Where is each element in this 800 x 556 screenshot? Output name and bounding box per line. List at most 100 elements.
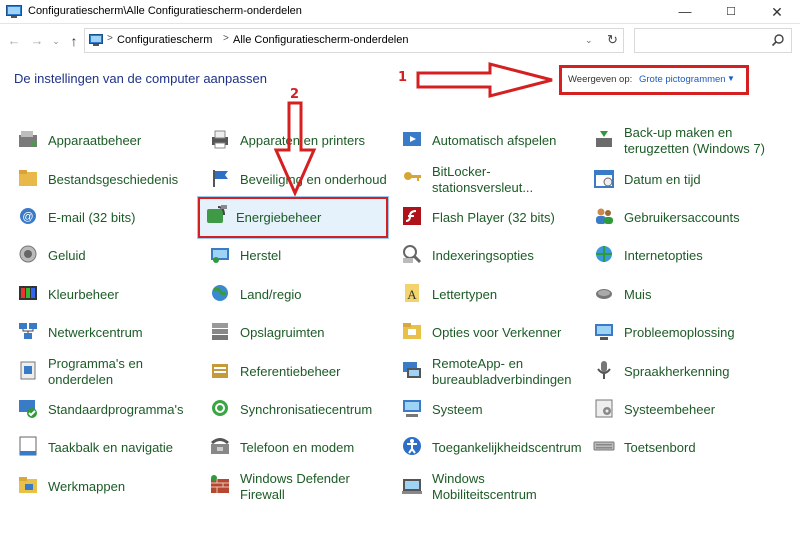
refresh-button[interactable]: ↻ — [607, 32, 618, 48]
control-panel-item[interactable]: Windows Defender Firewall — [204, 469, 394, 505]
device-manager-icon — [19, 131, 37, 147]
folder-options-icon — [403, 323, 421, 339]
control-panel-item[interactable]: Land/regio — [204, 277, 394, 313]
control-panel-item[interactable]: Toetsenbord — [588, 430, 778, 466]
item-label: Systeembeheer — [624, 402, 716, 417]
control-panel-item[interactable]: Apparaatbeheer — [12, 123, 202, 159]
control-panel-item-energiebeheer[interactable]: Energiebeheer — [197, 196, 389, 239]
item-label: Programma's en onderdelen — [48, 356, 143, 387]
chevron-down-icon[interactable]: ▼ — [727, 74, 735, 83]
work-folders-icon — [19, 477, 37, 493]
autoplay-icon — [403, 132, 421, 146]
control-panel-item[interactable]: Probleemoplossing — [588, 315, 778, 351]
title-bar: Configuratiescherm\Alle Configuratiesche… — [0, 0, 800, 24]
users-icon — [596, 208, 613, 224]
flash-icon — [403, 207, 421, 225]
file-history-icon — [19, 170, 37, 186]
control-panel-item[interactable]: Flash Player (32 bits) — [396, 200, 586, 236]
control-panel-item[interactable]: Beveiliging en onderhoud — [204, 162, 394, 198]
control-panel-item[interactable]: Geluid — [12, 238, 202, 274]
annotation-number-1: 1 — [398, 70, 408, 85]
item-label: Indexeringsopties — [432, 248, 534, 263]
control-panel-item[interactable]: Internetopties — [588, 238, 778, 274]
system-icon — [403, 400, 421, 417]
item-label: RemoteApp- en bureaubladverbindingen — [432, 356, 572, 387]
control-panel-item[interactable]: Apparaten en printers — [204, 123, 394, 159]
item-label: Probleemoplossing — [624, 325, 735, 340]
minimize-button[interactable]: — — [662, 0, 708, 24]
font-icon: A — [405, 284, 419, 302]
credential-icon — [212, 364, 228, 378]
breadcrumb-all-items[interactable]: Alle Configuratiescherm-onderdelen — [233, 34, 408, 46]
control-panel-item[interactable]: Programma's en onderdelen — [12, 354, 202, 390]
control-panel-item[interactable]: Datum en tijd — [588, 162, 778, 198]
taskbar-icon — [19, 436, 37, 456]
breadcrumb-control-panel[interactable]: Configuratiescherm — [117, 34, 212, 46]
item-label: Herstel — [240, 248, 282, 263]
troubleshoot-icon — [595, 324, 613, 340]
close-button[interactable]: ✕ — [754, 0, 800, 24]
control-panel-item[interactable]: Gebruikersaccounts — [588, 200, 778, 236]
control-panel-item[interactable]: Opties voor Verkenner — [396, 315, 586, 351]
address-dropdown-icon[interactable]: ⌄ — [585, 35, 593, 46]
item-label: Windows Defender Firewall — [240, 471, 350, 502]
control-panel-item[interactable]: Back-up maken en terugzetten (Windows 7) — [588, 123, 778, 159]
item-label: Automatisch afspelen — [432, 133, 557, 148]
item-label: Datum en tijd — [624, 172, 701, 187]
svg-text:@: @ — [22, 211, 33, 223]
forward-button[interactable]: → — [29, 33, 45, 49]
control-panel-item[interactable]: Automatisch afspelen — [396, 123, 586, 159]
control-panel-item[interactable]: Werkmappen — [12, 469, 202, 505]
sync-icon — [212, 400, 228, 416]
backup-icon — [596, 131, 612, 147]
recent-locations-button[interactable]: ⌄ — [48, 33, 64, 49]
svg-text:A: A — [407, 287, 417, 302]
item-label: Land/regio — [240, 287, 302, 302]
control-panel-item[interactable]: A Lettertypen — [396, 277, 586, 313]
item-label: Toetsenbord — [624, 440, 696, 455]
item-label: Kleurbeheer — [48, 287, 119, 302]
up-button[interactable]: ↑ — [66, 33, 82, 49]
control-panel-item[interactable]: BitLocker-stationsversleut... — [396, 162, 586, 198]
control-panel-item[interactable]: Muis — [588, 277, 778, 313]
control-panel-item[interactable]: Kleurbeheer — [12, 277, 202, 313]
control-panel-item[interactable]: Herstel — [204, 238, 394, 274]
breadcrumb-separator: > — [107, 33, 113, 44]
control-panel-item[interactable]: Bestandsgeschiedenis — [12, 162, 202, 198]
annotation-number-2: 2 — [290, 87, 300, 102]
control-panel-item[interactable]: Windows Mobiliteitscentrum — [396, 469, 586, 505]
item-label: Werkmappen — [48, 479, 126, 494]
view-by-selector[interactable]: Weergeven op: Grote pictogrammen ▼ — [559, 65, 749, 95]
control-panel-item[interactable]: Systeembeheer — [588, 392, 778, 428]
control-panel-item[interactable]: Netwerkcentrum — [12, 315, 202, 351]
default-programs-icon — [19, 400, 37, 418]
control-panel-item[interactable]: Standaardprogramma's — [12, 392, 202, 428]
control-panel-item[interactable]: Systeem — [396, 392, 586, 428]
control-panel-item[interactable]: Opslagruimten — [204, 315, 394, 351]
index-icon — [403, 245, 422, 264]
maximize-button[interactable]: ☐ — [708, 0, 754, 24]
control-panel-item[interactable]: @ E-mail (32 bits) — [12, 200, 202, 236]
control-panel-item[interactable]: Indexeringsopties — [396, 238, 586, 274]
scrollbar[interactable] — [796, 100, 800, 540]
view-by-value[interactable]: Grote pictogrammen — [639, 74, 726, 85]
page-title: De instellingen van de computer aanpasse… — [14, 71, 267, 86]
address-field[interactable]: > Configuratiescherm > Alle Configuratie… — [84, 28, 624, 53]
control-panel-item[interactable]: Toegankelijkheidscentrum — [396, 430, 586, 466]
back-button[interactable]: ← — [6, 33, 22, 49]
power-icon — [207, 205, 227, 223]
control-panel-item[interactable]: Spraakherkenning — [588, 354, 778, 390]
phone-icon — [211, 438, 229, 454]
item-label: Synchronisatiecentrum — [240, 402, 373, 417]
control-panel-item[interactable]: Taakbalk en navigatie — [12, 430, 202, 466]
control-panel-item[interactable]: RemoteApp- en bureaubladverbindingen — [396, 354, 586, 390]
search-input[interactable] — [634, 28, 792, 53]
control-panel-icon — [6, 5, 22, 18]
control-panel-item[interactable]: Synchronisatiecentrum — [204, 392, 394, 428]
remote-icon — [403, 362, 421, 378]
breadcrumb-separator: > — [223, 33, 229, 44]
accessibility-icon — [403, 437, 421, 455]
control-panel-item[interactable]: Telefoon en modem — [204, 430, 394, 466]
control-panel-item[interactable]: Referentiebeheer — [204, 354, 394, 390]
address-bar-row: ← → ⌄ ↑ > Configuratiescherm > Alle Conf… — [0, 24, 800, 58]
